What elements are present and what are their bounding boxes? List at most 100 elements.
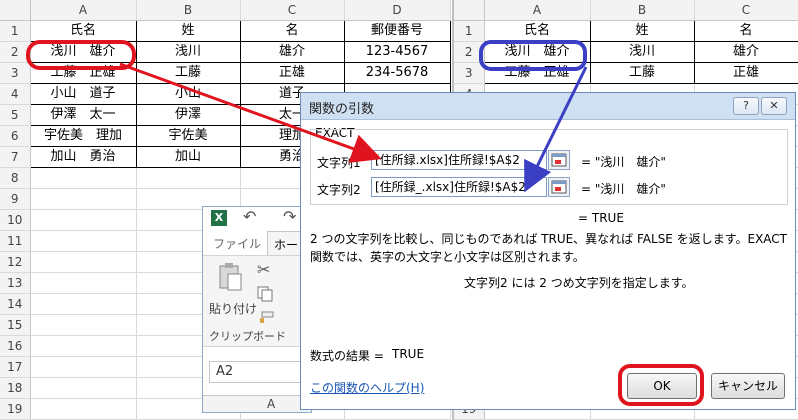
ok-button[interactable]: OK <box>627 373 697 399</box>
cell[interactable]: 加山 <box>136 146 241 168</box>
cell[interactable]: 工藤 <box>136 62 241 84</box>
row-header[interactable]: 6 <box>0 125 31 147</box>
row-header[interactable]: 9 <box>0 188 31 210</box>
column-header[interactable]: C <box>694 0 798 21</box>
sheet-row: 2 浅川 雄介 浅川 雄介 123-4567 <box>0 41 451 63</box>
row-header[interactable]: 11 <box>0 230 31 252</box>
cell[interactable]: 伊澤 太一 <box>29 104 137 126</box>
cell[interactable]: 姓 <box>136 20 241 42</box>
row-header[interactable]: 5 <box>0 104 31 126</box>
cell[interactable]: 234-5678 <box>344 62 451 84</box>
row-header[interactable]: 1 <box>454 20 485 42</box>
function-help-link[interactable]: この関数のヘルプ(H) <box>310 379 424 396</box>
row-header[interactable]: 4 <box>0 83 31 105</box>
cell[interactable] <box>30 398 137 420</box>
column-header[interactable]: A <box>30 0 137 21</box>
name-box[interactable]: A2 <box>209 361 307 383</box>
arg1-input[interactable]: [住所録.xlsx]住所録!$A$2 <box>371 150 547 170</box>
row-header[interactable]: 3 <box>0 62 31 84</box>
dialog-titlebar: 関数の引数 ? ✕ <box>301 93 795 120</box>
cell[interactable] <box>30 209 137 231</box>
cell[interactable]: 工藤 正雄 <box>483 62 591 84</box>
undo-icon[interactable]: ↶ <box>243 207 256 226</box>
help-icon[interactable]: ? <box>733 97 759 115</box>
row-header[interactable]: 13 <box>0 272 31 294</box>
column-header[interactable]: D <box>344 0 451 21</box>
cell[interactable]: 雄介 <box>240 41 345 63</box>
row-header[interactable]: 7 <box>0 146 31 168</box>
cut-icon[interactable]: ✂ <box>257 260 270 279</box>
cell[interactable]: 浅川 <box>590 41 695 63</box>
row-header[interactable]: 18 <box>0 377 31 399</box>
sheet-row: 2 浅川 雄介 浅川 雄介 <box>454 41 798 63</box>
cell[interactable] <box>30 356 137 378</box>
cell[interactable]: 姓 <box>590 20 695 42</box>
copy-icon[interactable] <box>257 286 275 302</box>
cell[interactable]: 工藤 正雄 <box>29 62 137 84</box>
cancel-button[interactable]: キャンセル <box>711 373 785 399</box>
cell[interactable] <box>30 167 137 189</box>
cell[interactable]: 浅川 雄介 <box>483 41 591 63</box>
cell[interactable]: 雄介 <box>694 41 798 63</box>
cell[interactable] <box>30 293 137 315</box>
select-all-corner[interactable] <box>454 0 485 21</box>
column-header[interactable]: B <box>590 0 695 21</box>
cell[interactable] <box>30 188 137 210</box>
cell[interactable]: 小山 道子 <box>29 83 137 105</box>
select-all-corner[interactable] <box>0 0 31 21</box>
cell[interactable]: 氏名 <box>483 20 591 42</box>
row-header[interactable]: 2 <box>454 41 485 63</box>
column-header[interactable]: A <box>484 0 591 21</box>
cell[interactable]: 浅川 雄介 <box>29 41 137 63</box>
cell[interactable] <box>30 230 137 252</box>
cell[interactable]: 浅川 <box>136 41 241 63</box>
row-header[interactable]: 14 <box>0 293 31 315</box>
paste-icon[interactable] <box>217 262 243 292</box>
arg1-label: 文字列1 <box>317 156 361 170</box>
arg1-collapse-button[interactable] <box>548 150 570 170</box>
row-header[interactable]: 15 <box>0 314 31 336</box>
sheet-row: 3 工藤 正雄 工藤 正雄 234-5678 <box>0 62 451 84</box>
column-header[interactable]: B <box>136 0 241 21</box>
arg2-label: 文字列2 <box>317 183 361 197</box>
cell[interactable]: 宇佐美 <box>136 125 241 147</box>
cell[interactable] <box>30 251 137 273</box>
cell[interactable]: 加山 勇治 <box>29 146 137 168</box>
cell[interactable]: 伊澤 <box>136 104 241 126</box>
row-header[interactable]: 8 <box>0 167 31 189</box>
cell[interactable] <box>30 314 137 336</box>
column-header[interactable]: C <box>240 0 345 21</box>
row-header[interactable]: 3 <box>454 62 485 84</box>
cell[interactable]: 名 <box>240 20 345 42</box>
cell[interactable] <box>30 335 137 357</box>
cell[interactable]: 氏名 <box>29 20 137 42</box>
tab-file[interactable]: ファイル <box>213 235 261 252</box>
close-icon[interactable]: ✕ <box>761 97 787 115</box>
cell[interactable]: 名 <box>694 20 798 42</box>
arg2-input[interactable]: [住所録_.xlsx]住所録!$A$2 <box>371 177 547 197</box>
row-header[interactable]: 16 <box>0 335 31 357</box>
row-header[interactable]: 2 <box>0 41 31 63</box>
cell[interactable]: 小山 <box>136 83 241 105</box>
format-painter-icon[interactable] <box>259 310 275 324</box>
row-header[interactable]: 19 <box>0 398 31 420</box>
cell[interactable]: 123-4567 <box>344 41 451 63</box>
cell[interactable] <box>30 272 137 294</box>
arg1-result: = "浅川 雄介" <box>581 155 666 169</box>
formula-result-label: 数式の結果 = <box>310 349 384 363</box>
cell[interactable]: 宇佐美 理加 <box>29 125 137 147</box>
cell[interactable]: 工藤 <box>590 62 695 84</box>
redo-icon[interactable]: ↷ <box>283 207 296 226</box>
column-header-a[interactable]: A <box>203 395 311 412</box>
cell[interactable] <box>30 377 137 399</box>
cell[interactable] <box>136 167 241 189</box>
row-header[interactable]: 12 <box>0 251 31 273</box>
row-header[interactable]: 10 <box>0 209 31 231</box>
cell[interactable]: 正雄 <box>694 62 798 84</box>
row-header[interactable]: 17 <box>0 356 31 378</box>
row-header[interactable]: 1 <box>0 20 31 42</box>
cell[interactable]: 郵便番号 <box>344 20 451 42</box>
cell[interactable]: 正雄 <box>240 62 345 84</box>
paste-label[interactable]: 貼り付け <box>209 300 257 317</box>
arg2-collapse-button[interactable] <box>548 177 570 197</box>
